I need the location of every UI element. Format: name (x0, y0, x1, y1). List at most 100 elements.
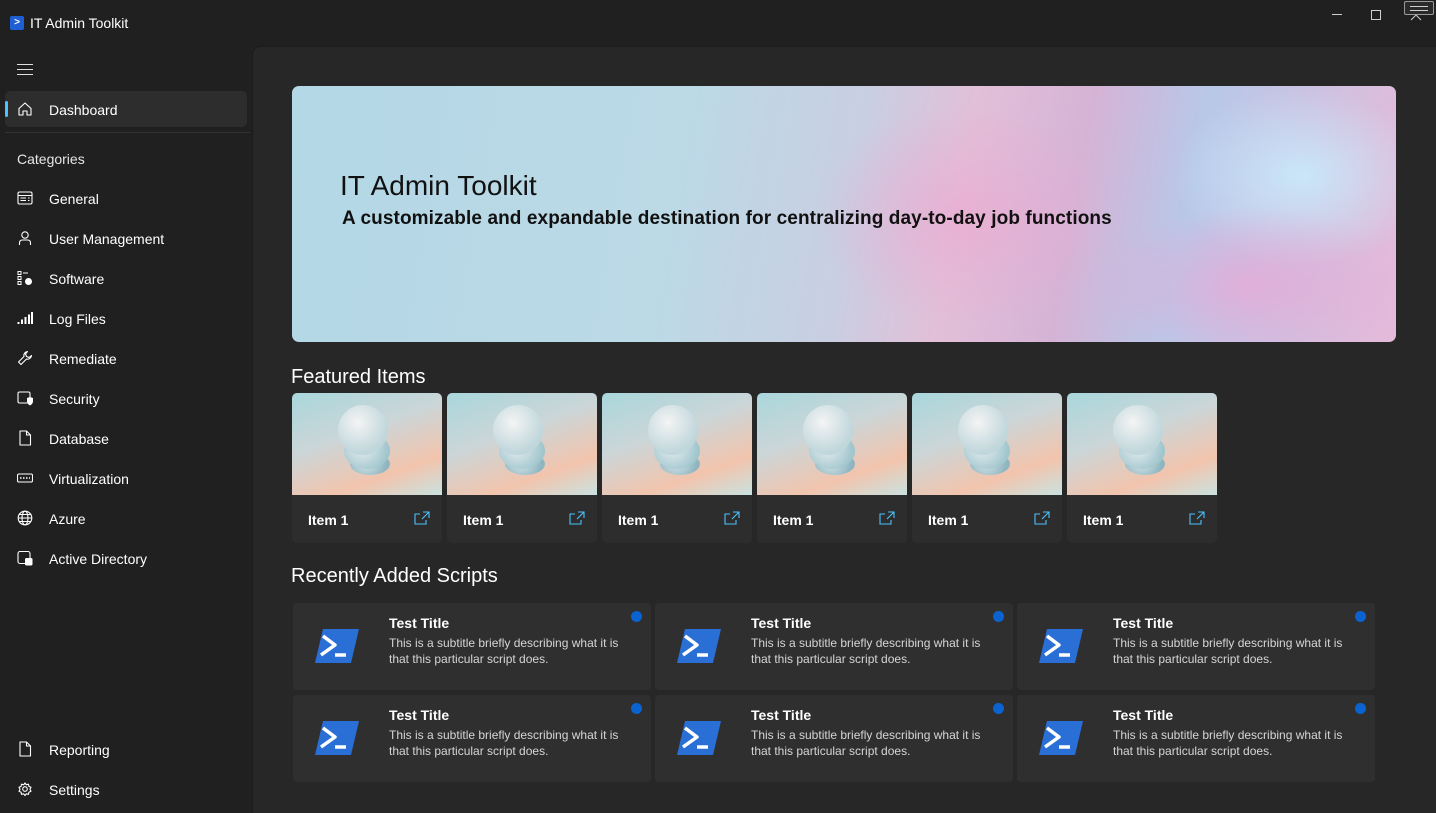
main-content: IT Admin Toolkit A customizable and expa… (252, 46, 1436, 813)
hero-title: IT Admin Toolkit (340, 170, 537, 201)
featured-item-image (757, 393, 907, 495)
security-icon (17, 391, 33, 406)
nav-item-database[interactable]: Database (5, 420, 247, 456)
open-external-icon[interactable] (1189, 511, 1205, 525)
featured-item-label: Item 1 (1083, 512, 1124, 528)
script-card[interactable]: Test Title This is a subtitle briefly de… (655, 603, 1013, 690)
nav-item-user-management[interactable]: User Management (5, 220, 247, 256)
nav-item-remediate[interactable]: Remediate (5, 340, 247, 376)
new-indicator-dot (993, 611, 1004, 622)
script-title: Test Title (1113, 707, 1174, 723)
hamburger-menu-icon[interactable] (17, 63, 33, 75)
new-indicator-dot (631, 703, 642, 714)
software-icon (17, 271, 32, 285)
featured-item-card[interactable]: Item 1 (912, 393, 1062, 543)
new-indicator-dot (1355, 703, 1366, 714)
script-subtitle: This is a subtitle briefly describing wh… (389, 728, 619, 758)
nav-item-virtualization[interactable]: Virtualization (5, 460, 247, 496)
nav-item-dashboard[interactable]: Dashboard (5, 91, 247, 127)
titlebar-overlay-icon[interactable] (1404, 1, 1434, 15)
featured-item-label: Item 1 (773, 512, 814, 528)
powershell-icon (1039, 629, 1083, 663)
featured-item-image (1067, 393, 1217, 495)
powershell-app-icon: > (10, 16, 24, 30)
user-icon (18, 231, 32, 245)
featured-item-card[interactable]: Item 1 (757, 393, 907, 543)
nav-item-active-directory[interactable]: Active Directory (5, 540, 247, 576)
script-card[interactable]: Test Title This is a subtitle briefly de… (1017, 603, 1375, 690)
nav-label-azure: Azure (49, 511, 86, 527)
script-subtitle: This is a subtitle briefly describing wh… (389, 636, 619, 666)
powershell-icon (315, 629, 359, 663)
nav-label-active-directory: Active Directory (49, 551, 148, 567)
open-external-icon[interactable] (569, 511, 585, 525)
nav-item-log-files[interactable]: Log Files (5, 300, 247, 336)
maximize-button[interactable] (1356, 0, 1396, 30)
powershell-icon (1039, 721, 1083, 755)
nav-label-virtualization: Virtualization (49, 471, 129, 487)
hero-subtitle: A customizable and expandable destinatio… (342, 208, 1112, 229)
nav-label-log-files: Log Files (49, 311, 106, 327)
nav-label-settings: Settings (49, 782, 100, 798)
script-card[interactable]: Test Title This is a subtitle briefly de… (293, 695, 651, 782)
script-title: Test Title (1113, 615, 1174, 631)
featured-item-label: Item 1 (308, 512, 349, 528)
globe-icon (17, 510, 33, 526)
powershell-icon (315, 721, 359, 755)
script-card[interactable]: Test Title This is a subtitle briefly de… (293, 603, 651, 690)
categories-heading: Categories (17, 151, 85, 167)
script-subtitle: This is a subtitle briefly describing wh… (1113, 728, 1343, 758)
new-indicator-dot (631, 611, 642, 622)
nav-item-azure[interactable]: Azure (5, 500, 247, 536)
featured-item-card[interactable]: Item 1 (1067, 393, 1217, 543)
nav-item-security[interactable]: Security (5, 380, 247, 416)
featured-heading: Featured Items (291, 366, 426, 388)
nav-item-general[interactable]: General (5, 180, 247, 216)
nav-item-reporting[interactable]: Reporting (5, 731, 247, 767)
script-title: Test Title (389, 615, 450, 631)
featured-item-label: Item 1 (463, 512, 504, 528)
nav-label-dashboard: Dashboard (49, 102, 118, 118)
featured-item-label: Item 1 (618, 512, 659, 528)
new-indicator-dot (1355, 611, 1366, 622)
nav-item-software[interactable]: Software (5, 260, 247, 296)
open-external-icon[interactable] (879, 511, 895, 525)
nav-label-database: Database (49, 431, 109, 447)
featured-item-card[interactable]: Item 1 (447, 393, 597, 543)
window-title: IT Admin Toolkit (30, 15, 129, 31)
open-external-icon[interactable] (1034, 511, 1050, 525)
nav-label-general: General (49, 191, 99, 207)
selection-indicator (5, 101, 8, 117)
script-title: Test Title (389, 707, 450, 723)
title-bar: > IT Admin Toolkit (0, 0, 1436, 46)
sidebar-divider (5, 132, 250, 133)
nav-label-security: Security (49, 391, 100, 407)
script-subtitle: This is a subtitle briefly describing wh… (1113, 636, 1343, 666)
powershell-icon (677, 629, 721, 663)
script-card[interactable]: Test Title This is a subtitle briefly de… (1017, 695, 1375, 782)
open-external-icon[interactable] (724, 511, 740, 525)
log-icon (17, 312, 33, 324)
minimize-button[interactable] (1317, 0, 1357, 30)
virtualization-icon (17, 473, 33, 483)
directory-icon (17, 550, 33, 566)
hero-decoration (1092, 206, 1396, 342)
nav-label-remediate: Remediate (49, 351, 117, 367)
open-external-icon[interactable] (414, 511, 430, 525)
featured-item-card[interactable]: Item 1 (602, 393, 752, 543)
wrench-icon (17, 350, 33, 366)
gear-icon (18, 782, 32, 797)
navigation-pane: Dashboard Categories General User Manage… (0, 46, 252, 813)
featured-item-label: Item 1 (928, 512, 969, 528)
script-card[interactable]: Test Title This is a subtitle briefly de… (655, 695, 1013, 782)
featured-item-image (292, 393, 442, 495)
hero-banner: IT Admin Toolkit A customizable and expa… (292, 86, 1396, 342)
featured-item-image (447, 393, 597, 495)
recent-scripts-heading: Recently Added Scripts (291, 565, 498, 587)
nav-label-software: Software (49, 271, 105, 287)
nav-item-settings[interactable]: Settings (5, 771, 247, 807)
featured-item-image (602, 393, 752, 495)
report-icon (19, 741, 32, 757)
featured-item-card[interactable]: Item 1 (292, 393, 442, 543)
general-icon (17, 191, 33, 205)
